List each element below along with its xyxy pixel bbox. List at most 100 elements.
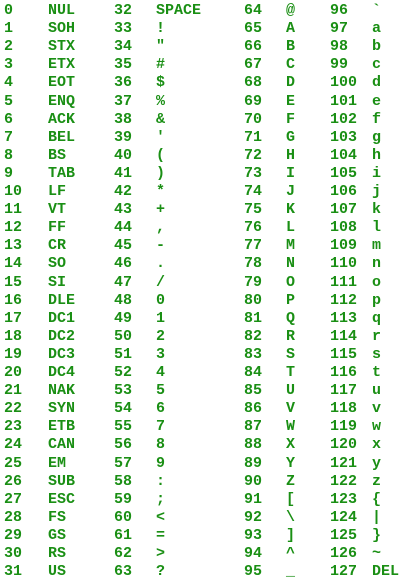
decimal-code-cell: 1 xyxy=(4,20,14,38)
character-cell: 3 xyxy=(156,345,166,363)
decimal-code-cell: 95 xyxy=(244,563,263,581)
character-cell: * xyxy=(156,183,166,200)
decimal-code-cell: 36 xyxy=(114,74,133,92)
character-cell: DEL xyxy=(372,563,400,581)
character-cell: L xyxy=(286,219,296,237)
character-cell: u xyxy=(372,382,382,400)
character-cell: > xyxy=(156,545,166,562)
decimal-code-cell: 12 xyxy=(4,219,23,237)
decimal-code-cell: 55 xyxy=(114,418,133,436)
decimal-code-cell: 82 xyxy=(244,327,263,345)
decimal-code-cell: 104 xyxy=(330,146,358,164)
character-cell: J xyxy=(286,183,296,200)
decimal-code-cell: 92 xyxy=(244,508,263,526)
decimal-code-cell: 24 xyxy=(4,436,23,454)
control-name-cell: EM xyxy=(48,454,67,472)
character-cell: # xyxy=(156,56,166,74)
character-cell: 7 xyxy=(156,418,166,436)
decimal-code-cell: 21 xyxy=(4,382,23,400)
decimal-code-cell: 98 xyxy=(330,38,349,56)
decimal-code-cell: 8 xyxy=(4,146,14,164)
control-name-cell: LF xyxy=(48,183,67,200)
decimal-code-cell: 125 xyxy=(330,526,358,544)
decimal-code-cell: 79 xyxy=(244,273,263,291)
character-cell: ` xyxy=(372,2,382,19)
decimal-code-cell: 86 xyxy=(244,400,263,418)
decimal-code-cell: 59 xyxy=(114,490,133,508)
decimal-code-cell: 33 xyxy=(114,20,133,38)
character-cell: V xyxy=(286,400,296,418)
decimal-code-cell: 64 xyxy=(244,2,263,19)
control-name-cell: GS xyxy=(48,526,67,544)
ascii-table: 0 NUL 32 SPACE 64 @96 ` 1 SOH 33! 65 A 97 a 2 STX 34 " 66 B… xyxy=(0,0,420,586)
decimal-code-cell: 11 xyxy=(4,201,23,219)
table-row: 5 ENQ 37% 69 E 101 e xyxy=(0,93,420,111)
control-name-cell: SI xyxy=(48,273,67,291)
character-cell: o xyxy=(372,273,382,291)
character-cell: 4 xyxy=(156,364,166,381)
character-cell: m xyxy=(372,237,382,255)
table-row: 29 GS 61 = 93] 125} xyxy=(0,527,420,545)
decimal-code-cell: 27 xyxy=(4,490,23,508)
decimal-code-cell: 116 xyxy=(330,364,358,381)
decimal-code-cell: 47 xyxy=(114,273,133,291)
decimal-code-cell: 124 xyxy=(330,508,358,526)
character-cell: P xyxy=(286,291,296,309)
decimal-code-cell: 84 xyxy=(244,364,263,381)
decimal-code-cell: 112 xyxy=(330,291,358,309)
table-row: 2 STX 34 " 66 B 98 b xyxy=(0,38,420,56)
decimal-code-cell: 22 xyxy=(4,400,23,418)
control-name-cell: ETB xyxy=(48,418,76,436)
character-cell: d xyxy=(372,74,382,92)
table-row: 7 BEL 39 ' 71 G 103 g xyxy=(0,129,420,147)
table-row: 16 DLE 48 0 80 P 112 p xyxy=(0,292,420,310)
decimal-code-cell: 94 xyxy=(244,545,263,562)
decimal-code-cell: 91 xyxy=(244,490,263,508)
decimal-code-cell: 39 xyxy=(114,128,133,146)
table-row: 27 ESC 59; 91 [123 { xyxy=(0,491,420,509)
character-cell: } xyxy=(372,526,382,544)
character-cell: a xyxy=(372,20,382,38)
decimal-code-cell: 25 xyxy=(4,454,23,472)
character-cell: " xyxy=(156,38,166,56)
table-row: 11 VT 43 +75 K 107 k xyxy=(0,201,420,219)
decimal-code-cell: 76 xyxy=(244,219,263,237)
character-cell: O xyxy=(286,273,296,291)
character-cell: @ xyxy=(286,2,296,19)
table-row: 20 DC4 52 4 84 T 116 t xyxy=(0,364,420,382)
character-cell: SPACE xyxy=(156,2,202,19)
decimal-code-cell: 102 xyxy=(330,110,358,128)
decimal-code-cell: 90 xyxy=(244,472,263,490)
character-cell: , xyxy=(156,219,166,237)
character-cell: G xyxy=(286,128,296,146)
decimal-code-cell: 117 xyxy=(330,382,358,400)
decimal-code-cell: 73 xyxy=(244,164,263,182)
character-cell: v xyxy=(372,400,382,418)
character-cell: 2 xyxy=(156,327,166,345)
decimal-code-cell: 38 xyxy=(114,110,133,128)
character-cell: t xyxy=(372,364,382,381)
decimal-code-cell: 6 xyxy=(4,110,14,128)
character-cell: h xyxy=(372,146,382,164)
character-cell: 1 xyxy=(156,309,166,327)
decimal-code-cell: 50 xyxy=(114,327,133,345)
character-cell: y xyxy=(372,454,382,472)
control-name-cell: NAK xyxy=(48,382,76,400)
decimal-code-cell: 87 xyxy=(244,418,263,436)
table-row: 10 LF 42 * 74 J 106 j xyxy=(0,183,420,201)
decimal-code-cell: 65 xyxy=(244,20,263,38)
character-cell: g xyxy=(372,128,382,146)
decimal-code-cell: 103 xyxy=(330,128,358,146)
character-cell: . xyxy=(156,255,166,273)
control-name-cell: EOT xyxy=(48,74,76,92)
table-row: 1 SOH 33! 65 A 97 a xyxy=(0,20,420,38)
decimal-code-cell: 75 xyxy=(244,201,263,219)
decimal-code-cell: 28 xyxy=(4,508,23,526)
control-name-cell: DLE xyxy=(48,291,76,309)
control-name-cell: BEL xyxy=(48,128,76,146)
table-row: 25 EM 57 9 89 Y 121 y xyxy=(0,455,420,473)
decimal-code-cell: 123 xyxy=(330,490,358,508)
character-cell: R xyxy=(286,327,296,345)
character-cell: X xyxy=(286,436,296,454)
character-cell: s xyxy=(372,345,382,363)
